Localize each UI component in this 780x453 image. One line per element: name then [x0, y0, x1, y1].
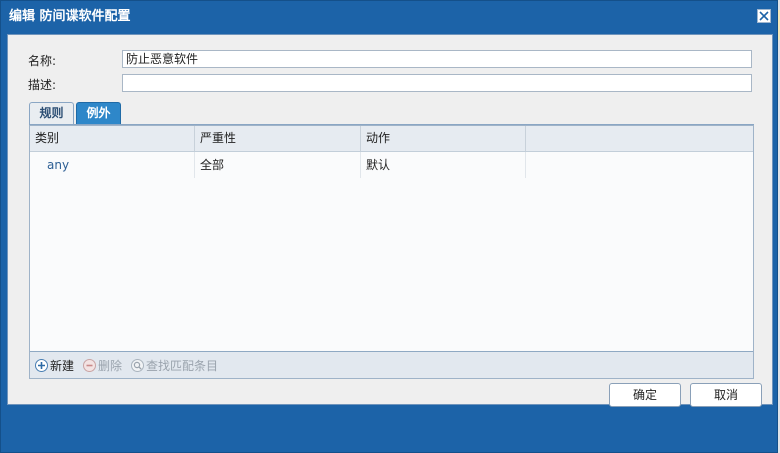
- new-button[interactable]: 新建: [35, 357, 74, 374]
- close-icon: [759, 11, 769, 21]
- table-row[interactable]: any 全部 默认: [30, 152, 753, 178]
- search-icon: [131, 358, 145, 372]
- delete-button-label: 删除: [98, 358, 123, 373]
- cancel-button[interactable]: 取消: [690, 383, 762, 407]
- column-header-empty: [526, 126, 753, 151]
- new-button-label: 新建: [50, 358, 75, 373]
- grid-toolbar: 新建 删除 查找匹配条目: [30, 351, 753, 378]
- cell-action: 默认: [361, 152, 526, 178]
- column-header-category[interactable]: 类别: [30, 126, 195, 151]
- cell-category[interactable]: any: [30, 152, 195, 178]
- description-label: 描述:: [28, 78, 57, 92]
- tab-exceptions[interactable]: 例外: [76, 102, 121, 125]
- description-field[interactable]: [122, 74, 752, 92]
- edit-dialog: 编辑 防间谍软件配置 名称: 防止恶意软件 描述: 规则 例外 类别 严重性 动…: [0, 0, 778, 453]
- remove-icon: [83, 358, 97, 372]
- find-matching-label: 查找匹配条目: [146, 358, 219, 373]
- grid-header: 类别 严重性 动作: [30, 126, 753, 152]
- exceptions-grid: 类别 严重性 动作 any 全部 默认 新建 删除 查找匹配条目: [29, 125, 754, 379]
- name-label: 名称:: [28, 54, 57, 68]
- column-header-severity[interactable]: 严重性: [195, 126, 361, 151]
- ok-button[interactable]: 确定: [609, 383, 681, 407]
- name-field[interactable]: 防止恶意软件: [122, 50, 752, 68]
- add-icon: [35, 358, 48, 372]
- close-button[interactable]: [757, 9, 771, 23]
- tab-rules[interactable]: 规则: [29, 102, 74, 125]
- dialog-body: 名称: 防止恶意软件 描述: 规则 例外 类别 严重性 动作 any 全部 默认: [7, 34, 773, 405]
- column-header-action[interactable]: 动作: [361, 126, 526, 151]
- cell-severity: 全部: [195, 152, 361, 178]
- find-matching-button[interactable]: 查找匹配条目: [131, 357, 218, 374]
- cell-empty: [526, 152, 753, 178]
- delete-button[interactable]: 删除: [83, 357, 122, 374]
- dialog-title: 编辑 防间谍软件配置: [9, 9, 131, 24]
